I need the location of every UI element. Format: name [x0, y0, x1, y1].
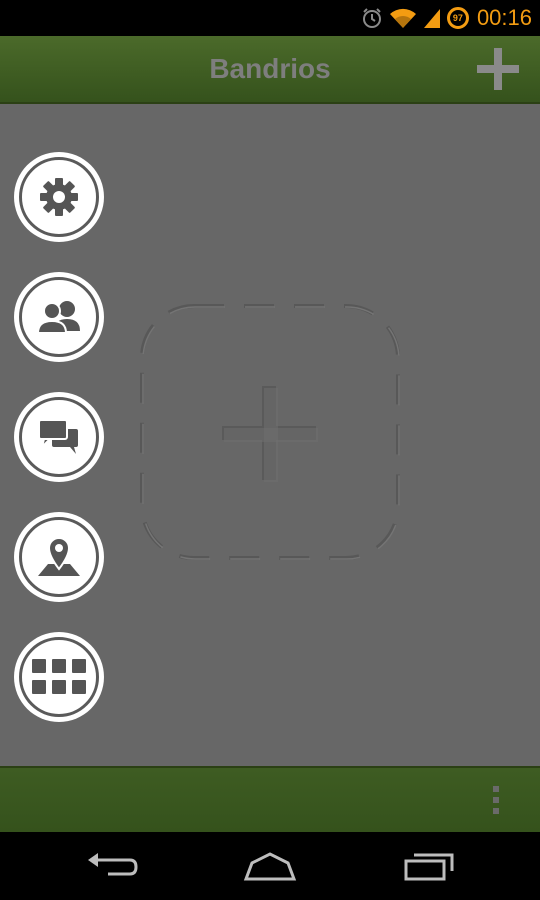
apps-button[interactable]	[14, 632, 104, 722]
add-button[interactable]	[474, 45, 522, 93]
home-button[interactable]	[240, 850, 300, 882]
navigation-bar	[0, 832, 540, 900]
signal-icon	[423, 7, 441, 29]
back-icon	[88, 853, 138, 876]
chat-icon	[38, 419, 78, 454]
grid-icon	[32, 659, 86, 694]
overflow-menu-icon[interactable]	[490, 786, 502, 818]
add-app-placeholder[interactable]	[138, 302, 402, 562]
map-button[interactable]	[14, 512, 104, 602]
contacts-button[interactable]	[14, 272, 104, 362]
recents-button[interactable]	[398, 850, 458, 882]
bottom-bar	[0, 766, 540, 832]
home-icon	[243, 852, 297, 881]
recents-icon	[404, 853, 454, 881]
people-icon	[36, 301, 80, 334]
app-title: Bandrios	[209, 53, 331, 84]
status-icons: 97 00:16	[361, 0, 532, 36]
settings-button[interactable]	[14, 152, 104, 242]
messages-button[interactable]	[14, 392, 104, 482]
map-pin-icon	[38, 537, 80, 576]
gear-icon	[40, 178, 78, 216]
wifi-icon	[389, 7, 417, 29]
battery-level: 97	[449, 10, 466, 26]
status-time: 00:16	[476, 5, 532, 30]
status-bar: 97 00:16	[0, 0, 540, 36]
battery-icon: 97	[446, 7, 469, 29]
main-content	[0, 104, 540, 766]
back-button[interactable]	[82, 850, 142, 882]
alarm-icon	[361, 7, 383, 29]
dashed-plus-icon	[140, 304, 400, 560]
plus-icon	[477, 48, 519, 90]
action-bar: Bandrios	[0, 36, 540, 104]
